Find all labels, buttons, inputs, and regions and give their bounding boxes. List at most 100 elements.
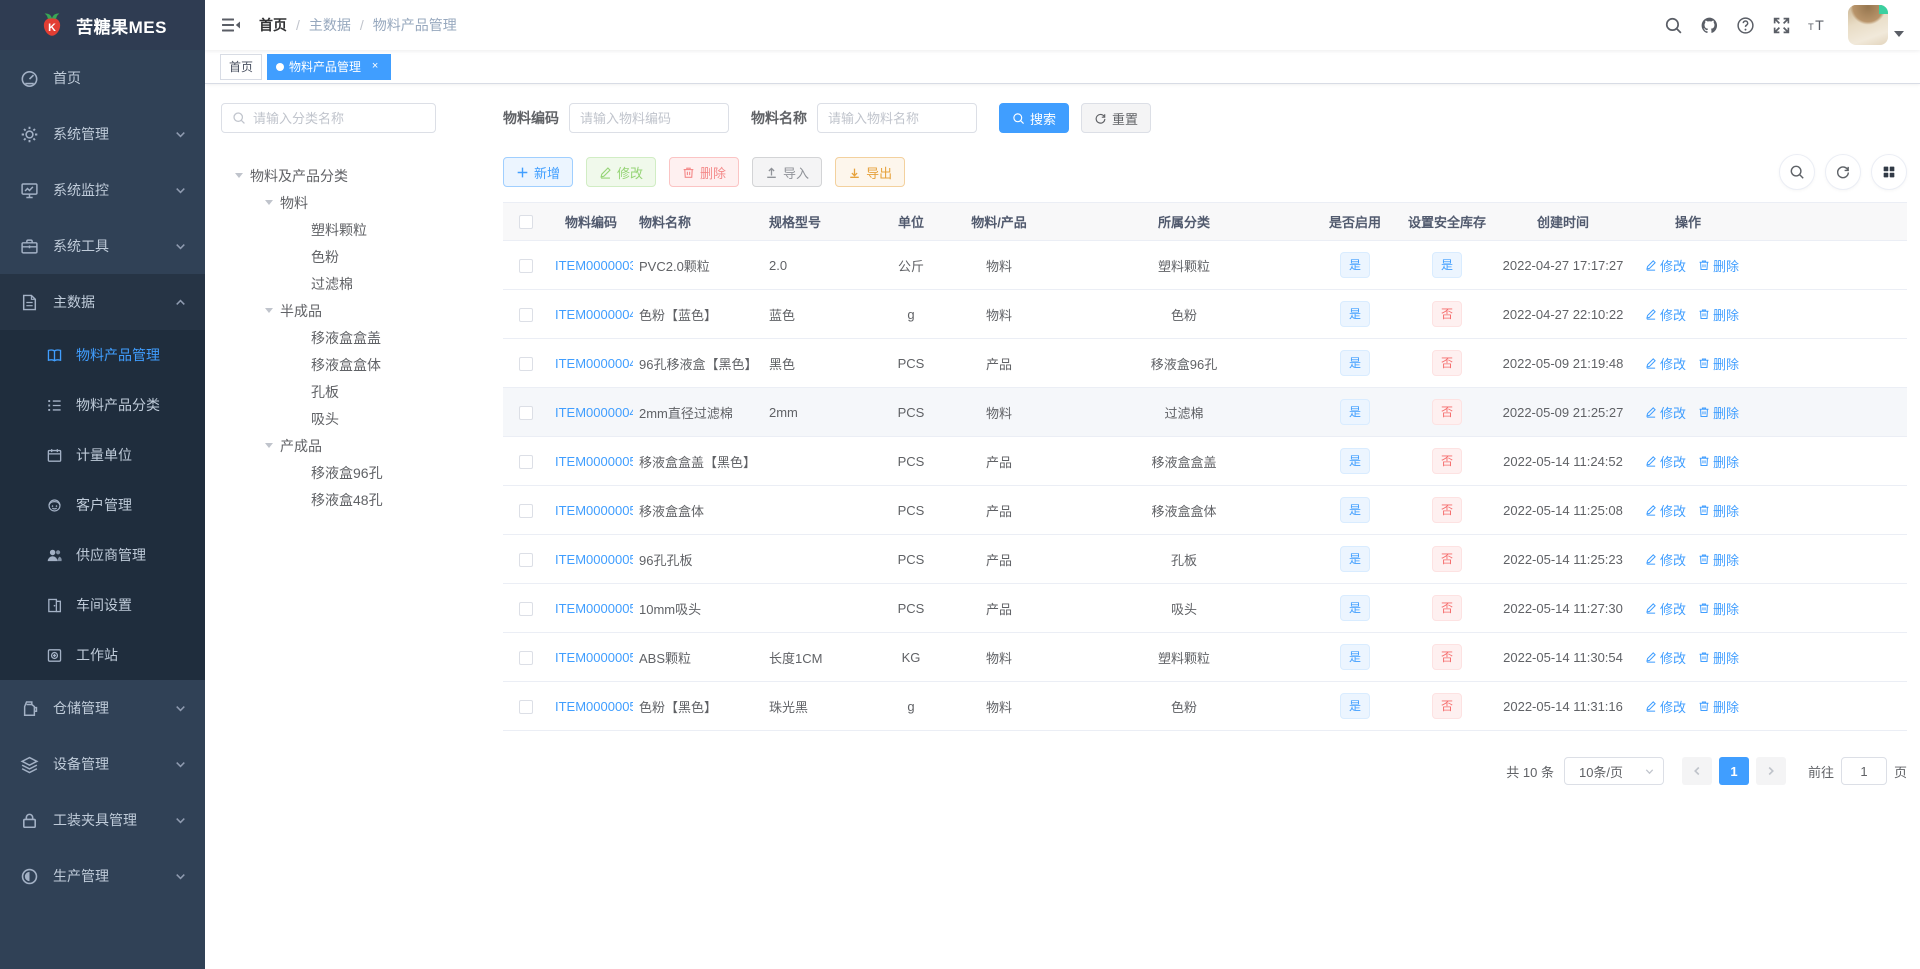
row-checkbox[interactable] <box>519 699 533 714</box>
sidebar-item-system-tools[interactable]: 系统工具 <box>0 218 205 274</box>
tree-node[interactable]: 孔板 <box>221 378 471 405</box>
tree-node[interactable]: 物料及产品分类 <box>221 162 471 189</box>
goto-page-input[interactable] <box>1840 757 1887 785</box>
sidebar-item-system-mgmt[interactable]: 系统管理 <box>0 106 205 162</box>
edit-link[interactable]: 修改 <box>1645 550 1686 569</box>
edit-link[interactable]: 修改 <box>1645 452 1686 471</box>
delete-link[interactable]: 删除 <box>1698 403 1739 422</box>
sidebar-item-material-product-category[interactable]: 物料产品分类 <box>0 380 205 430</box>
prev-page-button[interactable] <box>1681 757 1712 785</box>
row-checkbox[interactable] <box>519 650 533 665</box>
material-code-link[interactable]: ITEM00000046 <box>555 356 633 371</box>
material-code-link[interactable]: ITEM00000037 <box>555 258 633 273</box>
sidebar-item-workshop-setting[interactable]: 车间设置 <box>0 580 205 630</box>
edit-link[interactable]: 修改 <box>1645 354 1686 373</box>
material-code-link[interactable]: ITEM00000049 <box>555 405 633 420</box>
delete-link[interactable]: 删除 <box>1698 354 1739 373</box>
next-page-button[interactable] <box>1755 757 1786 785</box>
delete-link[interactable]: 删除 <box>1698 452 1739 471</box>
tree-node[interactable]: 物料 <box>221 189 471 216</box>
tab-material-product-mgmt[interactable]: 物料产品管理 × <box>267 53 392 80</box>
material-code-link[interactable]: ITEM00000041 <box>555 307 633 322</box>
sidebar-item-production-mgmt[interactable]: 生产管理 <box>0 848 205 904</box>
tree-node[interactable]: 产成品 <box>221 432 471 459</box>
delete-link[interactable]: 删除 <box>1698 550 1739 569</box>
table-search-button[interactable] <box>1779 154 1815 190</box>
material-code-link[interactable]: ITEM00000051 <box>555 454 633 469</box>
row-checkbox[interactable] <box>519 356 533 371</box>
tree-expand-icon[interactable] <box>265 308 273 313</box>
material-code-link[interactable]: ITEM00000053 <box>555 552 633 567</box>
tree-node[interactable]: 吸头 <box>221 405 471 432</box>
category-search-input[interactable] <box>253 110 425 126</box>
app-logo[interactable]: K 苦糖果MES <box>0 0 205 50</box>
sidebar-item-home[interactable]: 首页 <box>0 50 205 106</box>
delete-link[interactable]: 删除 <box>1698 599 1739 618</box>
edit-link[interactable]: 修改 <box>1645 501 1686 520</box>
tree-expand-icon[interactable] <box>235 173 243 178</box>
font-size-icon[interactable]: TT <box>1808 16 1827 35</box>
sidebar-item-material-product-mgmt[interactable]: 物料产品管理 <box>0 330 205 380</box>
select-all-checkbox[interactable] <box>519 215 533 230</box>
tree-node[interactable]: 半成品 <box>221 297 471 324</box>
import-button[interactable]: 导入 <box>752 157 823 187</box>
help-icon[interactable] <box>1736 16 1755 35</box>
edit-link[interactable]: 修改 <box>1645 648 1686 667</box>
table-refresh-button[interactable] <box>1825 154 1861 190</box>
edit-button[interactable]: 修改 <box>586 157 657 187</box>
tree-expand-icon[interactable] <box>265 443 273 448</box>
delete-link[interactable]: 删除 <box>1698 648 1739 667</box>
reset-button[interactable]: 重置 <box>1081 103 1152 133</box>
hamburger-fold-icon[interactable] <box>221 15 241 35</box>
delete-button[interactable]: 删除 <box>669 157 740 187</box>
row-checkbox[interactable] <box>519 454 533 469</box>
search-icon[interactable] <box>1664 16 1683 35</box>
tree-node[interactable]: 过滤棉 <box>221 270 471 297</box>
material-code-link[interactable]: ITEM00000052 <box>555 503 633 518</box>
delete-link[interactable]: 删除 <box>1698 305 1739 324</box>
add-button[interactable]: 新增 <box>503 157 574 187</box>
sidebar-item-customer-mgmt[interactable]: 客户管理 <box>0 480 205 530</box>
sidebar-item-tooling-fixture-mgmt[interactable]: 工装夹具管理 <box>0 792 205 848</box>
avatar[interactable] <box>1848 5 1888 45</box>
edit-link[interactable]: 修改 <box>1645 305 1686 324</box>
row-checkbox[interactable] <box>519 307 533 322</box>
tree-node[interactable]: 移液盒96孔 <box>221 459 471 486</box>
sidebar-item-measure-unit[interactable]: 计量单位 <box>0 430 205 480</box>
tree-expand-icon[interactable] <box>265 200 273 205</box>
delete-link[interactable]: 删除 <box>1698 501 1739 520</box>
close-icon[interactable]: × <box>368 60 382 74</box>
page-number-button[interactable]: 1 <box>1718 757 1749 785</box>
sidebar-item-equipment-mgmt[interactable]: 设备管理 <box>0 736 205 792</box>
delete-link[interactable]: 删除 <box>1698 256 1739 275</box>
sidebar-item-supplier-mgmt[interactable]: 供应商管理 <box>0 530 205 580</box>
edit-link[interactable]: 修改 <box>1645 697 1686 716</box>
row-checkbox[interactable] <box>519 258 533 273</box>
sidebar-item-warehouse-mgmt[interactable]: 仓储管理 <box>0 680 205 736</box>
row-checkbox[interactable] <box>519 601 533 616</box>
tree-node[interactable]: 移液盒盒体 <box>221 351 471 378</box>
tree-node[interactable]: 塑料颗粒 <box>221 216 471 243</box>
tree-node[interactable]: 色粉 <box>221 243 471 270</box>
search-button[interactable]: 搜索 <box>999 103 1070 133</box>
edit-link[interactable]: 修改 <box>1645 256 1686 275</box>
breadcrumb-item[interactable]: 首页 <box>259 15 287 35</box>
page-size-select[interactable]: 10条/页 <box>1563 757 1664 785</box>
tab-home[interactable]: 首页 <box>220 53 263 80</box>
edit-link[interactable]: 修改 <box>1645 599 1686 618</box>
material-code-input[interactable] <box>580 110 718 126</box>
row-checkbox[interactable] <box>519 503 533 518</box>
material-code-link[interactable]: ITEM00000054 <box>555 601 633 616</box>
material-code-link[interactable]: ITEM00000055 <box>555 650 633 665</box>
sidebar-item-system-monitor[interactable]: 系统监控 <box>0 162 205 218</box>
sidebar-item-workstation[interactable]: 工作站 <box>0 630 205 680</box>
user-menu[interactable] <box>1848 5 1904 45</box>
tree-node[interactable]: 移液盒48孔 <box>221 486 471 513</box>
row-checkbox[interactable] <box>519 552 533 567</box>
delete-link[interactable]: 删除 <box>1698 697 1739 716</box>
fullscreen-icon[interactable] <box>1772 16 1791 35</box>
github-icon[interactable] <box>1700 16 1719 35</box>
row-checkbox[interactable] <box>519 405 533 420</box>
material-code-link[interactable]: ITEM00000056 <box>555 699 633 714</box>
material-name-input[interactable] <box>828 110 966 126</box>
